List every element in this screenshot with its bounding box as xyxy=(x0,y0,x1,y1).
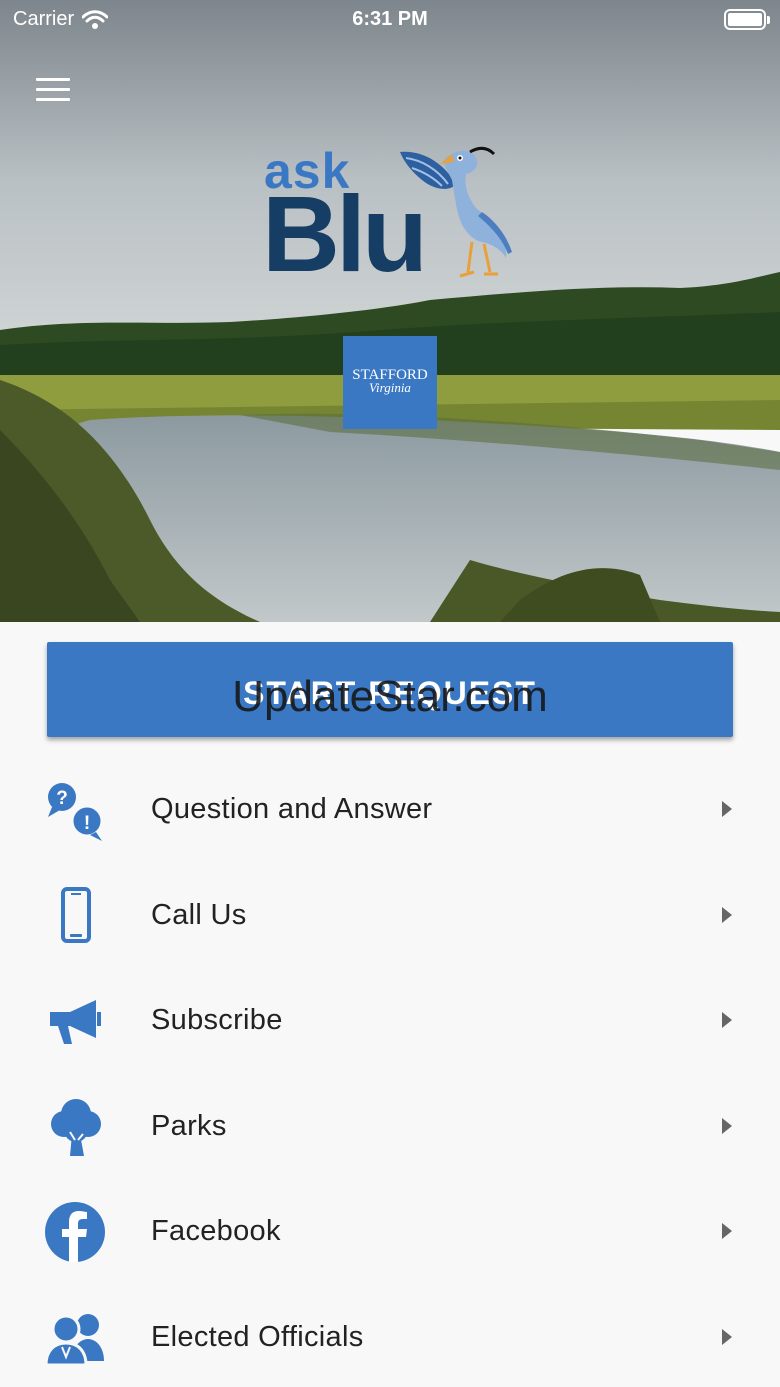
chevron-right-icon xyxy=(722,1223,732,1239)
facebook-icon xyxy=(40,1199,110,1265)
menu-item-label: Subscribe xyxy=(151,1004,283,1036)
hero-banner: Carrier 6:31 PM ask Blu STAFFORD Virgini… xyxy=(0,0,780,622)
menu-item-subscribe[interactable]: Subscribe xyxy=(0,968,780,1074)
menu-item-label: Question and Answer xyxy=(151,793,433,825)
hamburger-menu-button[interactable] xyxy=(36,78,70,104)
menu-item-label: Parks xyxy=(151,1109,227,1142)
hamburger-line xyxy=(36,88,70,91)
start-request-label: START REQUEST xyxy=(243,675,537,711)
menu-item-label: Facebook xyxy=(151,1215,281,1247)
question-answer-icon: ? ! xyxy=(40,777,110,843)
hamburger-line xyxy=(36,98,70,101)
landscape-background-image xyxy=(0,0,780,622)
phone-icon xyxy=(40,883,110,949)
menu-item-parks[interactable]: Parks xyxy=(0,1074,780,1180)
svg-text:?: ? xyxy=(56,788,68,809)
chevron-right-icon xyxy=(722,906,732,923)
stafford-virginia-badge: STAFFORD Virginia xyxy=(343,336,437,429)
megaphone-icon xyxy=(40,988,110,1054)
svg-text:!: ! xyxy=(84,813,90,834)
heron-mascot-icon xyxy=(400,146,512,278)
clock: 6:31 PM xyxy=(352,8,428,30)
menu-item-label: Elected Officials xyxy=(151,1320,364,1353)
chevron-right-icon xyxy=(722,1117,732,1134)
menu-item-call-us[interactable]: Call Us xyxy=(0,863,780,969)
start-request-button[interactable]: START REQUEST xyxy=(47,642,733,737)
menu-item-label: Call Us xyxy=(151,898,247,931)
menu-item-elected-officials[interactable]: Elected Officials xyxy=(0,1285,780,1387)
menu-list: ? ! Question and Answer Call Us Subscrib… xyxy=(0,757,780,1387)
chevron-right-icon xyxy=(722,801,732,817)
tree-icon xyxy=(40,1094,110,1160)
ask-blu-logo: ask Blu xyxy=(262,140,522,290)
hamburger-line xyxy=(36,78,70,81)
menu-item-facebook[interactable]: Facebook xyxy=(0,1179,780,1285)
officials-icon xyxy=(40,1305,110,1371)
chevron-right-icon xyxy=(722,1012,732,1028)
status-bar: Carrier 6:31 PM xyxy=(0,0,780,40)
battery-icon xyxy=(724,9,770,30)
menu-item-question-and-answer[interactable]: ? ! Question and Answer xyxy=(0,757,780,863)
chevron-right-icon xyxy=(722,1328,732,1345)
